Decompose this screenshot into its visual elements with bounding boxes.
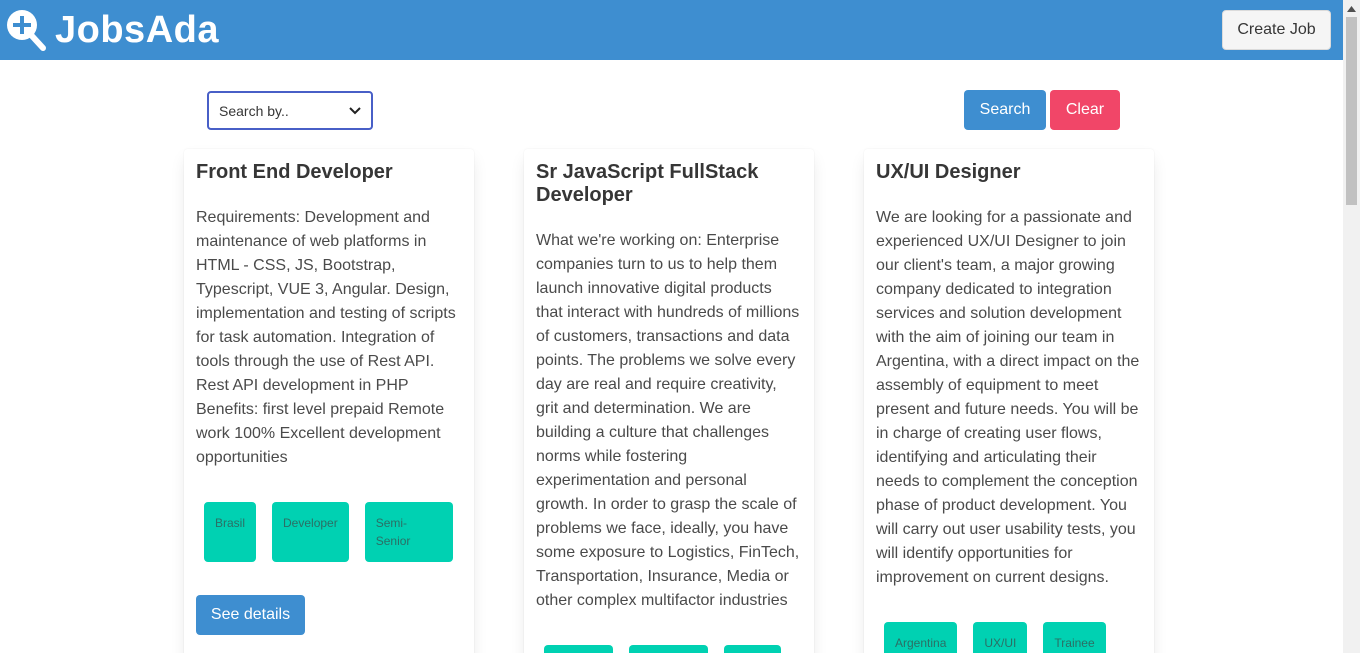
search-by-select[interactable]: Search by..	[207, 91, 373, 130]
search-button[interactable]: Search	[964, 90, 1046, 130]
job-tag: Argentina	[884, 622, 958, 653]
job-title: Sr JavaScript FullStack Developer	[536, 161, 759, 206]
job-card: Front End Developer Requirements: Develo…	[184, 149, 474, 653]
search-plus-icon	[7, 10, 46, 51]
search-by-value: Search by..	[219, 102, 289, 119]
clear-button[interactable]: Clear	[1050, 90, 1120, 130]
chevron-down-icon	[349, 106, 361, 114]
scroll-thumb[interactable]	[1346, 17, 1357, 205]
create-job-button[interactable]: Create Job	[1222, 10, 1331, 50]
job-card: UX/UI Designer We are looking for a pass…	[864, 149, 1154, 653]
job-description: Requirements: Development and maintenanc…	[196, 209, 456, 466]
brand-name: JobsAda	[55, 9, 219, 51]
job-tag	[629, 645, 708, 653]
job-title: Front End Developer	[196, 161, 393, 183]
job-tag: Developer	[272, 502, 349, 562]
job-title: UX/UI Designer	[876, 161, 1021, 183]
job-tag: Brasil	[204, 502, 257, 562]
job-tag: Trainee	[1043, 622, 1106, 653]
job-tag	[724, 645, 781, 653]
job-description: What we're working on: Enterprise compan…	[536, 232, 800, 609]
see-details-button[interactable]: See details	[196, 595, 305, 635]
job-tags: Brasil Developer Semi-Senior	[196, 502, 462, 562]
job-card: Sr JavaScript FullStack Developer What w…	[524, 149, 814, 653]
job-tags: Argentina UX/UI Trainee	[876, 622, 1142, 653]
scroll-up-arrow-icon[interactable]	[1343, 0, 1360, 17]
job-tag: Semi-Senior	[364, 502, 453, 562]
job-description: We are looking for a passionate and expe…	[876, 209, 1140, 586]
job-tag	[544, 645, 613, 653]
brand[interactable]: JobsAda	[5, 8, 219, 52]
job-tags	[536, 645, 802, 653]
scrollbar[interactable]	[1343, 0, 1360, 653]
job-tag: UX/UI	[973, 622, 1028, 653]
navbar: JobsAda Create Job	[0, 0, 1343, 60]
